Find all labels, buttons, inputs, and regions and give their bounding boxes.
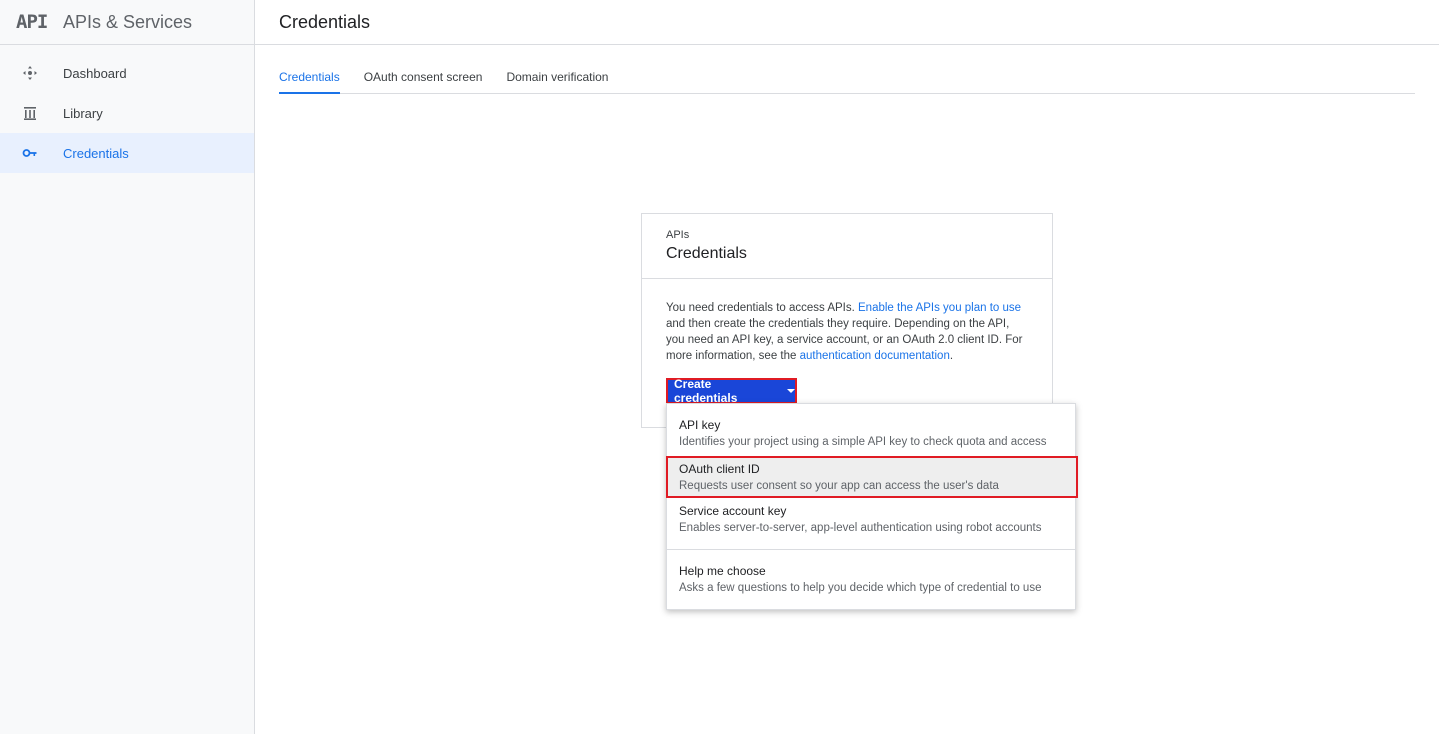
tab-oauth-consent-screen[interactable]: OAuth consent screen [364, 61, 483, 94]
caret-down-icon [787, 389, 795, 393]
menu-item-oauth-client-id[interactable]: OAuth client ID Requests user consent so… [666, 456, 1078, 498]
menu-item-help-me-choose[interactable]: Help me choose Asks a few questions to h… [667, 564, 1075, 594]
menu-item-title: Service account key [679, 504, 787, 518]
page-header: Credentials [255, 0, 1439, 45]
menu-divider [667, 549, 1075, 550]
library-icon [22, 105, 63, 121]
sidebar-item-label: Credentials [63, 145, 129, 161]
sidebar-nav: Dashboard Library Credentials [0, 45, 254, 173]
sidebar-item-label: Dashboard [63, 65, 127, 81]
menu-item-title: Help me choose [679, 564, 766, 578]
api-logo: API [16, 11, 48, 33]
create-credentials-button[interactable]: Create credentials [666, 377, 797, 405]
tab-bar: Credentials OAuth consent screen Domain … [279, 61, 1415, 94]
sidebar-item-dashboard[interactable]: Dashboard [0, 53, 254, 93]
page-title: Credentials [279, 11, 371, 32]
menu-item-title: API key [679, 418, 721, 432]
menu-item-description: Requests user consent so your app can ac… [679, 480, 999, 492]
card-description: You need credentials to access APIs. Ena… [642, 279, 1052, 364]
card-text: . [949, 350, 954, 362]
menu-item-description: Identifies your project using a simple A… [679, 436, 1047, 448]
card-title: Credentials [666, 245, 747, 262]
tab-domain-verification[interactable]: Domain verification [506, 61, 608, 94]
product-title[interactable]: APIs & Services [63, 12, 192, 33]
sidebar: API APIs & Services Dashboard Library Cr… [0, 0, 255, 734]
menu-item-service-account-key[interactable]: Service account key Enables server-to-se… [667, 504, 1075, 534]
menu-item-title: OAuth client ID [679, 462, 760, 476]
dashboard-icon [22, 65, 63, 81]
menu-item-description: Asks a few questions to help you decide … [679, 582, 1042, 594]
sidebar-item-label: Library [63, 105, 103, 121]
sidebar-item-library[interactable]: Library [0, 93, 254, 133]
create-credentials-menu: API key Identifies your project using a … [666, 403, 1078, 610]
create-credentials-label: Create credentials [674, 377, 738, 405]
brand: API APIs & Services [0, 0, 254, 45]
enable-apis-link[interactable]: Enable the APIs you plan to use [858, 302, 1021, 314]
tab-credentials[interactable]: Credentials [279, 61, 340, 94]
card-eyebrow: APIs [666, 229, 690, 241]
key-icon [22, 145, 63, 161]
authentication-documentation-link[interactable]: authentication documentation [800, 350, 950, 362]
card-text: You need credentials to access APIs. [666, 302, 859, 314]
card-header: APIs Credentials [642, 214, 1052, 279]
menu-item-description: Enables server-to-server, app-level auth… [679, 522, 1042, 534]
sidebar-item-credentials[interactable]: Credentials [0, 133, 254, 173]
menu-item-api-key[interactable]: API key Identifies your project using a … [667, 418, 1075, 448]
